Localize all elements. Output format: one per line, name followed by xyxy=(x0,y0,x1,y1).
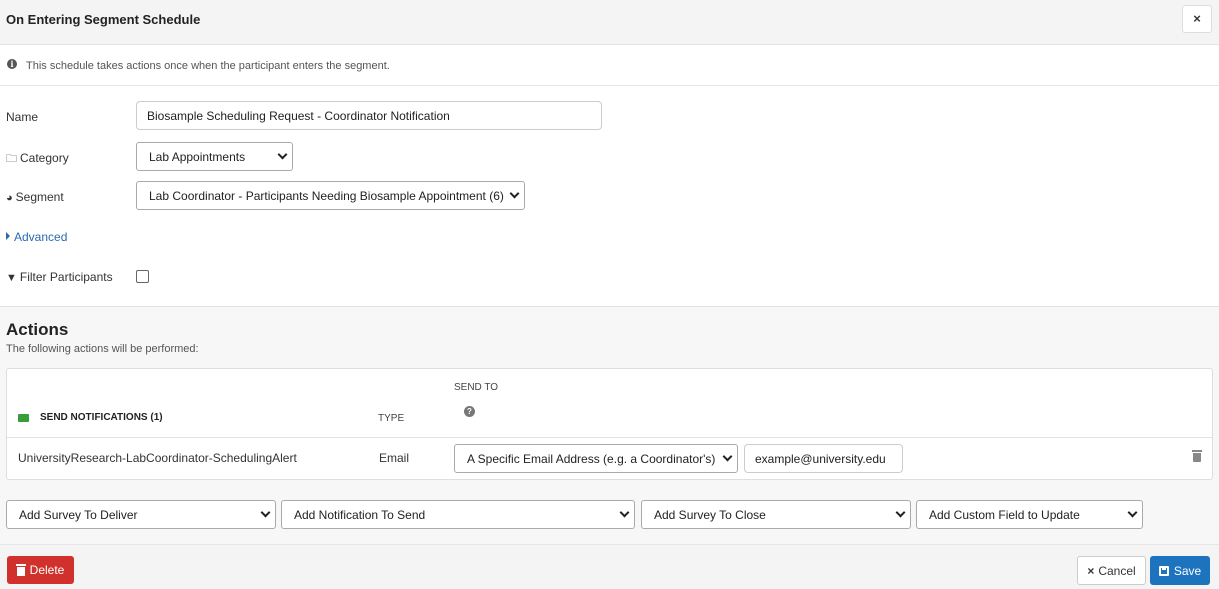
send-to-select-value: A Specific Email Address (e.g. a Coordin… xyxy=(467,451,716,466)
add-notification-to-send-select[interactable]: Add Notification To Send xyxy=(281,500,635,529)
add-survey-to-close-select[interactable]: Add Survey To Close xyxy=(641,500,911,529)
category-select[interactable]: Lab Appointments xyxy=(136,142,293,171)
pie-chart-icon: ◕ xyxy=(6,192,13,204)
category-select-value: Lab Appointments xyxy=(149,149,246,164)
segment-label-row: ◕ Segment xyxy=(6,190,64,204)
filter-label-row: ▼ Filter Participants xyxy=(6,270,113,284)
name-input-value: Biosample Scheduling Request - Coordinat… xyxy=(147,108,450,123)
info-text: This schedule takes actions once when th… xyxy=(26,60,390,72)
cancel-button-label: Cancel xyxy=(1098,563,1136,578)
trash-icon[interactable] xyxy=(1192,450,1202,462)
chevron-down-icon xyxy=(509,188,520,198)
modal-title: On Entering Segment Schedule xyxy=(6,12,201,27)
add-notification-to-send-label: Add Notification To Send xyxy=(294,507,426,522)
chevron-down-icon xyxy=(260,507,271,517)
close-icon: × xyxy=(1193,11,1201,26)
actions-section: Actions The following actions will be pe… xyxy=(0,306,1219,544)
delete-button[interactable]: Delete xyxy=(7,556,74,584)
trash-icon xyxy=(15,563,26,576)
send-to-select[interactable]: A Specific Email Address (e.g. a Coordin… xyxy=(454,444,738,473)
modal-footer xyxy=(0,545,1219,589)
email-field-value: example@university.edu xyxy=(755,451,886,466)
info-bar: i This schedule takes actions once when … xyxy=(0,45,1219,86)
modal-header: On Entering Segment Schedule × xyxy=(0,0,1219,45)
chevron-down-icon xyxy=(722,451,733,461)
category-label: Category xyxy=(20,151,69,165)
delete-button-label: Delete xyxy=(29,563,65,577)
chevron-down-icon xyxy=(619,507,630,517)
filter-label: Filter Participants xyxy=(19,270,113,284)
segment-label: Segment xyxy=(15,190,64,204)
add-survey-to-deliver-label: Add Survey To Deliver xyxy=(19,507,138,522)
folder-icon: 🗀 xyxy=(6,153,17,165)
question-circle-icon[interactable]: ? xyxy=(464,406,475,417)
close-icon: × xyxy=(1087,563,1095,578)
name-input[interactable]: Biosample Scheduling Request - Coordinat… xyxy=(136,101,602,130)
save-button-label: Save xyxy=(1173,563,1202,578)
close-button[interactable]: × xyxy=(1182,5,1212,33)
cancel-button[interactable]: × Cancel xyxy=(1077,556,1146,585)
email-field[interactable]: example@university.edu xyxy=(744,444,903,473)
add-survey-to-deliver-select[interactable]: Add Survey To Deliver xyxy=(6,500,276,529)
filter-participants-checkbox[interactable] xyxy=(136,270,149,283)
segment-select[interactable]: Lab Coordinator - Participants Needing B… xyxy=(136,181,525,210)
chevron-down-icon xyxy=(1127,507,1138,517)
add-survey-to-close-label: Add Survey To Close xyxy=(654,507,766,522)
add-custom-field-select[interactable]: Add Custom Field to Update xyxy=(916,500,1143,529)
type-header: TYPE xyxy=(378,413,405,424)
filter-icon: ▼ xyxy=(6,272,17,284)
actions-subtitle: The following actions will be performed: xyxy=(6,343,199,355)
send-to-header: SEND TO xyxy=(454,382,499,393)
floppy-disk-icon xyxy=(1158,565,1169,576)
advanced-label: Advanced xyxy=(14,230,68,244)
category-label-row: 🗀 Category xyxy=(6,150,69,169)
advanced-toggle[interactable]: Advanced xyxy=(6,230,67,244)
add-custom-field-label: Add Custom Field to Update xyxy=(929,507,1080,522)
actions-title: Actions xyxy=(6,320,69,339)
segment-select-value: Lab Coordinator - Participants Needing B… xyxy=(149,188,504,203)
notification-type: Email xyxy=(379,451,410,465)
caret-right-icon xyxy=(6,232,10,240)
notification-name: UniversityResearch-LabCoordinator-Schedu… xyxy=(18,451,297,465)
notifications-table: SEND TO ? SEND NOTIFICATIONS (1) TYPE Un… xyxy=(6,368,1213,480)
save-button[interactable]: Save xyxy=(1150,556,1210,585)
chevron-down-icon xyxy=(895,507,906,517)
chevron-down-icon xyxy=(277,149,288,159)
row-divider xyxy=(7,437,1212,438)
info-circle-icon: i xyxy=(7,59,17,69)
send-notifications-header: SEND NOTIFICATIONS (1) xyxy=(40,412,163,423)
envelope-icon xyxy=(18,414,29,422)
name-label: Name xyxy=(6,110,39,124)
